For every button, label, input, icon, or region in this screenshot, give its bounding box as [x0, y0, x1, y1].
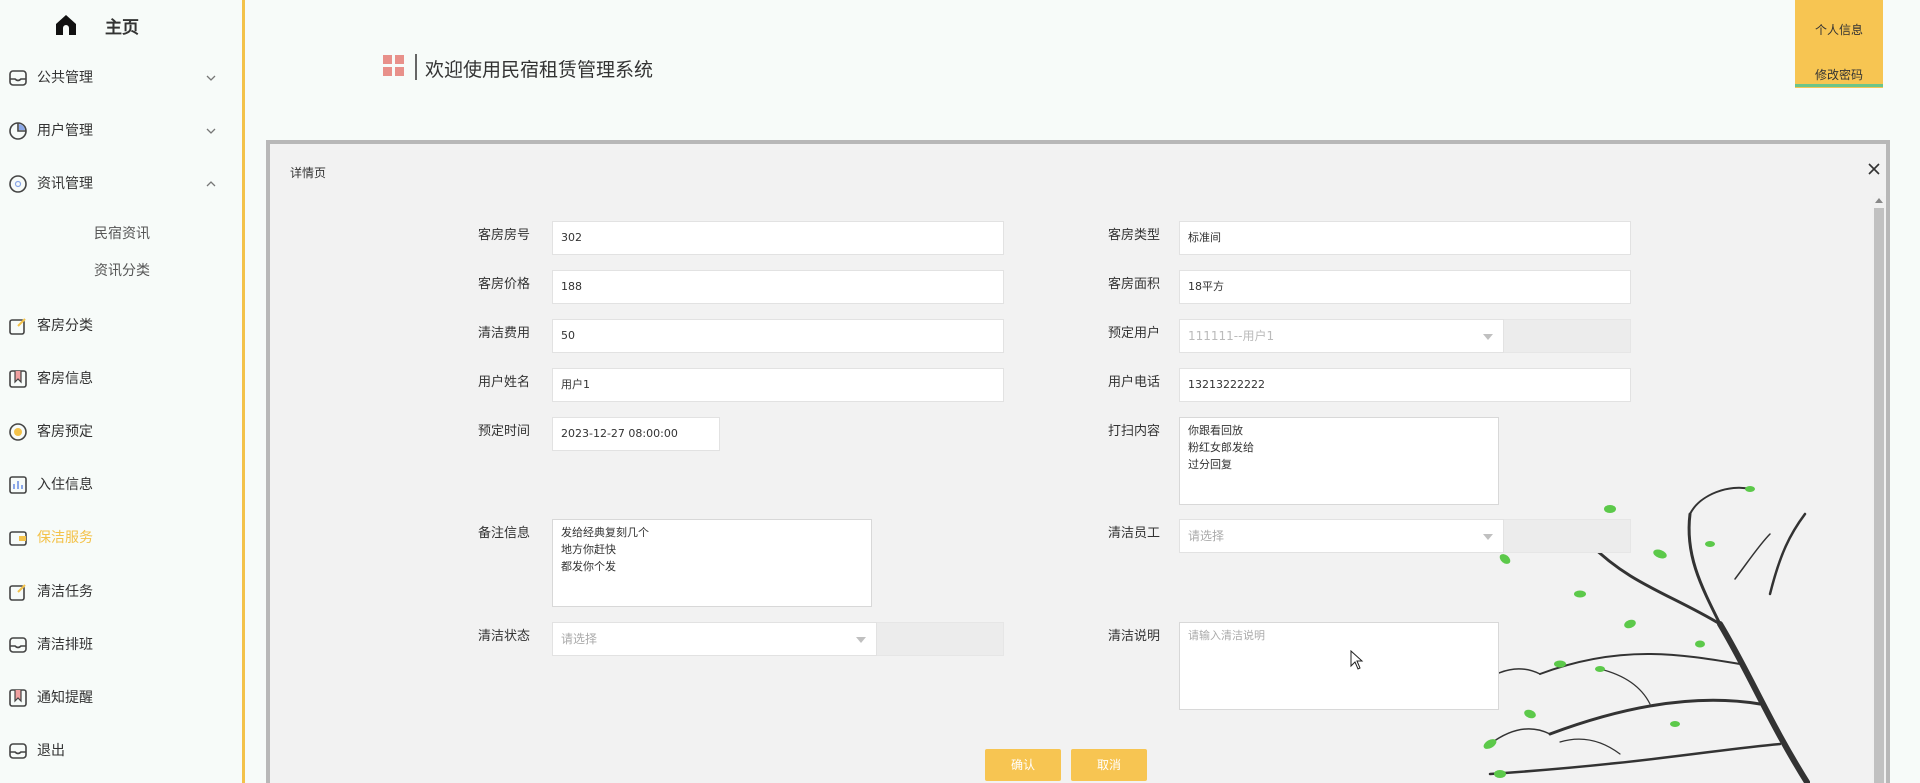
room-price-label: 客房价格: [478, 277, 531, 292]
sidebar-item-room-info[interactable]: 客房信息: [0, 359, 242, 399]
remarks-textarea[interactable]: 发给经典复刻几个 地方你赶快 都发你个发: [552, 519, 872, 607]
coin-icon: [9, 423, 27, 441]
cleaning-note-label: 清洁说明: [1108, 629, 1161, 644]
sidebar-item-label: 入住信息: [37, 477, 93, 493]
booking-time-label: 预定时间: [478, 424, 531, 439]
sidebar-item-notifications[interactable]: 通知提醒: [0, 678, 242, 718]
header-separator: [415, 54, 417, 80]
sidebar-item-label: 客房分类: [37, 318, 93, 334]
sidebar-subitem-bnb-news[interactable]: 民宿资讯: [94, 223, 150, 243]
home-icon: [56, 15, 76, 35]
cancel-button[interactable]: 取消: [1071, 749, 1147, 781]
cleaning-note-textarea[interactable]: 请输入清洁说明: [1179, 622, 1499, 710]
cleaning-staff-select-tail: [1504, 519, 1631, 553]
cleaning-staff-label: 清洁员工: [1108, 526, 1161, 541]
user-name-label: 用户姓名: [478, 375, 531, 390]
room-no-label: 客房房号: [478, 228, 531, 243]
confirm-button[interactable]: 确认: [985, 749, 1061, 781]
cleaning-status-select-tail: [877, 622, 1004, 656]
cleaning-fee-label: 清洁费用: [478, 326, 531, 341]
wallet-icon: [9, 531, 27, 546]
bar-chart-icon: [9, 476, 27, 494]
booking-user-label: 预定用户: [1108, 326, 1161, 341]
room-price-input[interactable]: 188: [552, 270, 1004, 304]
room-area-label: 客房面积: [1108, 277, 1161, 292]
user-phone-label: 用户电话: [1108, 375, 1161, 390]
page-title: 欢迎使用民宿租赁管理系统: [425, 59, 654, 81]
chevron-down-icon: [206, 75, 216, 81]
cleaning-status-placeholder: 请选择: [561, 632, 598, 646]
booking-user-select-tail: [1504, 319, 1631, 353]
sidebar-item-label: 资讯管理: [37, 176, 93, 192]
sidebar-item-label: 用户管理: [37, 123, 93, 139]
booking-time-input[interactable]: 2023-12-27 08:00:00: [552, 417, 720, 451]
sidebar-item-news[interactable]: 资讯管理: [0, 164, 242, 204]
user-name-input[interactable]: 用户1: [552, 368, 1004, 402]
sidebar-item-logout[interactable]: 退出: [0, 731, 242, 771]
user-info-button[interactable]: 个人信息: [1795, 21, 1883, 38]
detail-dialog: 详情页 客房房号 302 客房类型 标准间 客房价格 188 客房面积 18平方…: [266, 140, 1890, 783]
bookmark-icon: [9, 689, 27, 707]
bookmark-icon: [9, 370, 27, 388]
user-menu: 个人信息 修改密码: [1795, 0, 1883, 88]
cleaning-content-textarea[interactable]: 你跟看回放 粉红女郎发给 过分回复: [1179, 417, 1499, 505]
booking-user-value: 111111--用户1: [1188, 329, 1275, 343]
inbox-icon: [9, 70, 27, 86]
room-type-input[interactable]: 标准间: [1179, 221, 1631, 255]
cleaning-staff-select[interactable]: 请选择: [1179, 519, 1504, 553]
sidebar-item-room-booking[interactable]: 客房预定: [0, 412, 242, 452]
remarks-label: 备注信息: [478, 526, 531, 541]
dialog-title: 详情页: [290, 166, 327, 180]
cleaning-staff-placeholder: 请选择: [1188, 529, 1225, 543]
close-icon[interactable]: [1864, 159, 1884, 179]
inbox-icon: [9, 743, 27, 759]
caret-down-icon: [856, 637, 866, 643]
chevron-down-icon: [206, 128, 216, 134]
sidebar-item-label: 客房信息: [37, 371, 93, 387]
sidebar-item-cleaning-task[interactable]: 清洁任务: [0, 572, 242, 612]
change-password-button[interactable]: 修改密码: [1795, 66, 1883, 83]
caret-down-icon: [1483, 334, 1493, 340]
caret-down-icon: [1483, 534, 1493, 540]
sidebar-item-label: 保洁服务: [37, 530, 93, 546]
sidebar-item-label: 清洁排班: [37, 637, 93, 653]
sidebar-item-label: 通知提醒: [37, 690, 93, 706]
room-type-label: 客房类型: [1108, 228, 1161, 243]
dialog-scroll-up-arrow[interactable]: [1875, 198, 1883, 203]
compass-icon: [9, 175, 27, 193]
cleaning-status-select[interactable]: 请选择: [552, 622, 877, 656]
home-label: 主页: [105, 18, 139, 38]
sidebar-item-users[interactable]: 用户管理: [0, 111, 242, 151]
sidebar: 主页 公共管理 用户管理 资讯管理 民宿资讯 资讯分类 客房分类 客房信息 客房…: [0, 0, 245, 783]
edit-icon: [9, 318, 26, 335]
cleaning-fee-input[interactable]: 50: [552, 319, 1004, 353]
room-no-input[interactable]: 302: [552, 221, 1004, 255]
sidebar-item-cleaning-service[interactable]: 保洁服务: [0, 518, 242, 558]
sidebar-item-cleaning-schedule[interactable]: 清洁排班: [0, 625, 242, 665]
sidebar-item-label: 退出: [37, 743, 65, 759]
booking-user-select[interactable]: 111111--用户1: [1179, 319, 1504, 353]
sidebar-item-label: 清洁任务: [37, 584, 93, 600]
pie-chart-icon: [9, 122, 27, 140]
user-phone-input[interactable]: 13213222222: [1179, 368, 1631, 402]
sidebar-item-label: 公共管理: [37, 70, 93, 86]
cleaning-content-label: 打扫内容: [1108, 424, 1161, 439]
edit-icon: [9, 584, 26, 601]
dialog-scrollbar-thumb[interactable]: [1874, 208, 1884, 783]
sidebar-item-public[interactable]: 公共管理: [0, 58, 242, 98]
cleaning-status-label: 清洁状态: [478, 629, 531, 644]
chevron-up-icon: [206, 181, 216, 187]
room-area-input[interactable]: 18平方: [1179, 270, 1631, 304]
inbox-icon: [9, 637, 27, 653]
sidebar-home[interactable]: 主页: [0, 0, 242, 50]
user-menu-underline: [1795, 84, 1883, 87]
sidebar-subitem-news-category[interactable]: 资讯分类: [94, 260, 150, 280]
grid-icon: [383, 55, 404, 76]
mouse-cursor-icon: [1350, 650, 1364, 670]
sidebar-item-label: 客房预定: [37, 424, 93, 440]
sidebar-item-room-category[interactable]: 客房分类: [0, 306, 242, 346]
sidebar-item-checkin[interactable]: 入住信息: [0, 465, 242, 505]
